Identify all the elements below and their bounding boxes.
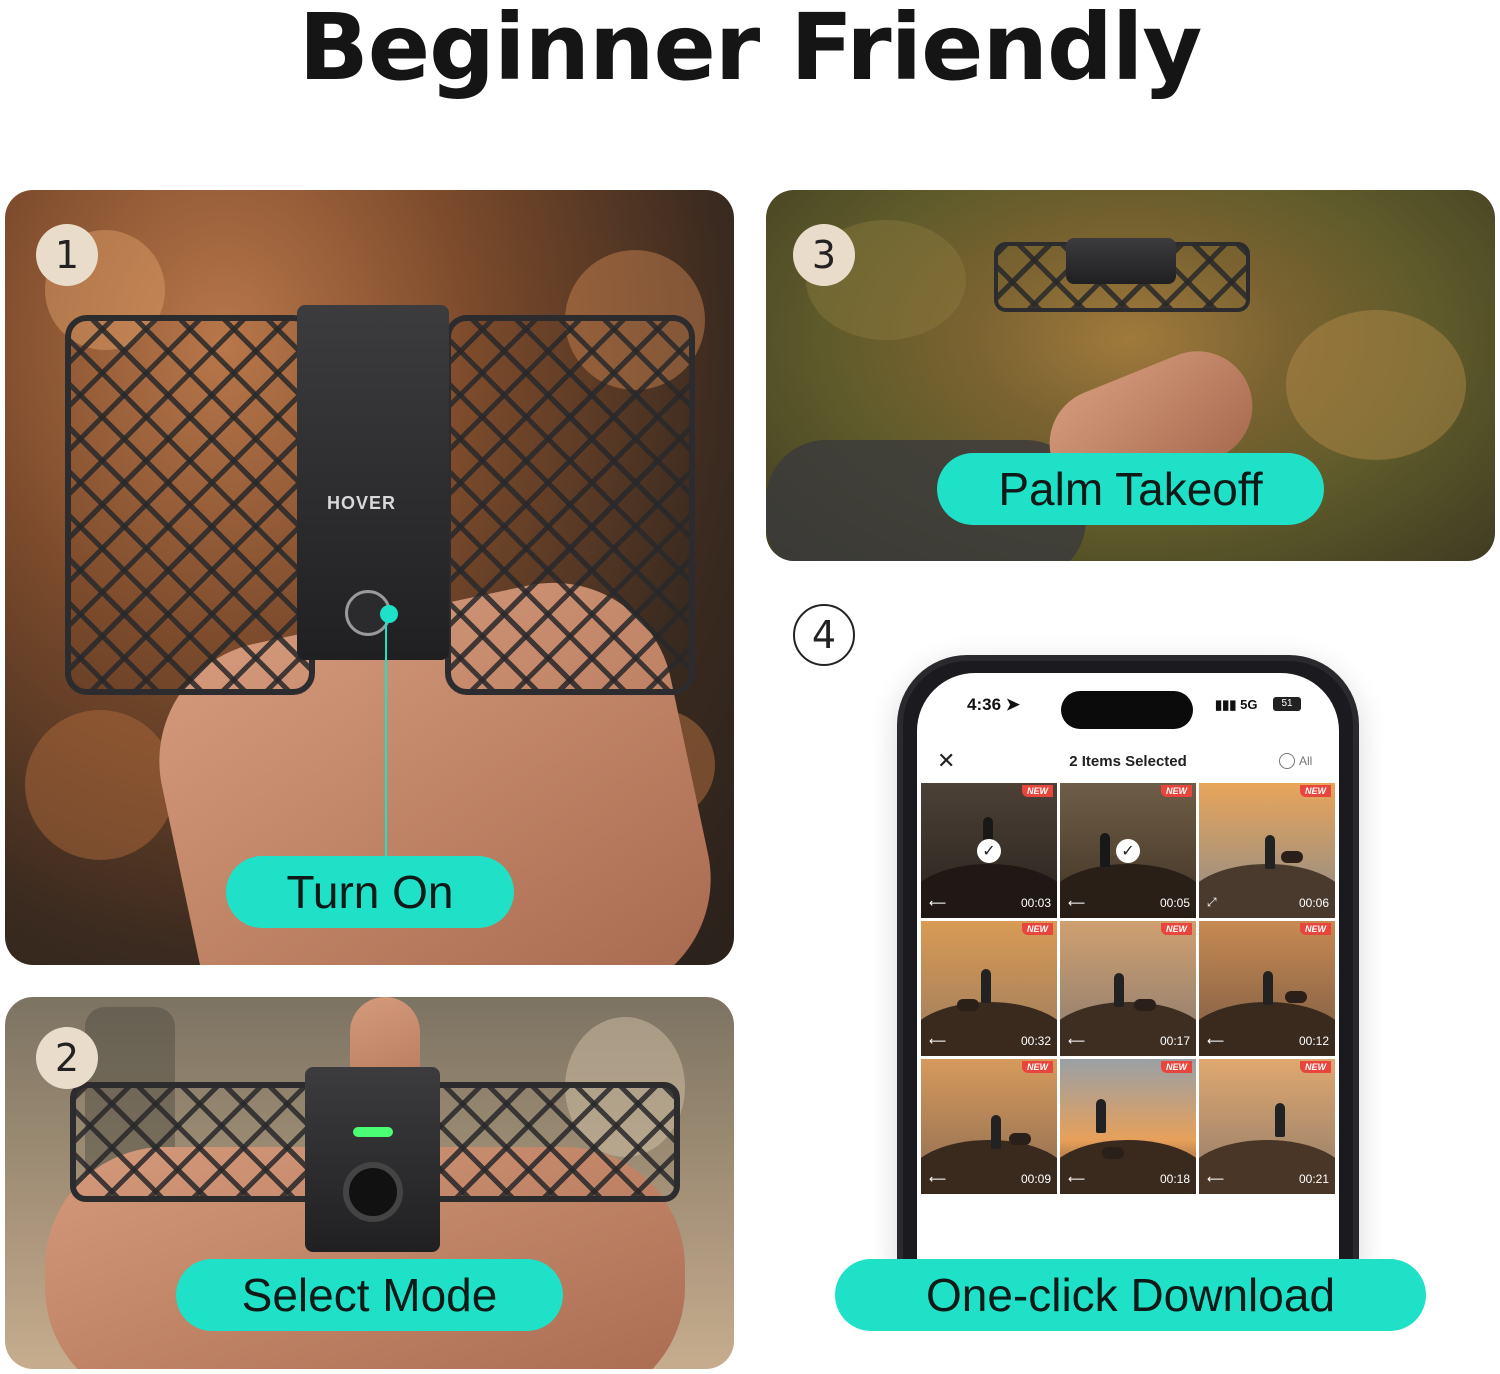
step-3-photo: 3 Palm Takeoff bbox=[766, 190, 1495, 561]
new-badge: NEW bbox=[1022, 1061, 1053, 1073]
video-mode-icon: ⟵ bbox=[929, 1172, 947, 1186]
page-title: Beginner Friendly bbox=[298, 0, 1203, 101]
media-thumbnail[interactable]: NEW ⟵ 00:32 bbox=[921, 921, 1057, 1056]
drone-brand-logo: HOVER bbox=[327, 493, 397, 513]
video-mode-icon: ⟵ bbox=[1068, 896, 1086, 910]
video-mode-icon: ⤢ bbox=[1207, 895, 1217, 909]
video-duration: 00:05 bbox=[1159, 896, 1190, 910]
step-1-badge: 1 bbox=[36, 224, 98, 286]
status-light bbox=[353, 1127, 393, 1137]
video-duration: 00:18 bbox=[1159, 1172, 1190, 1186]
step-4-label: One-click Download bbox=[835, 1259, 1426, 1331]
radio-circle-icon bbox=[1279, 753, 1295, 769]
signal-icon: ▮▮▮ bbox=[1215, 697, 1237, 712]
media-thumbnail[interactable]: NEW ✓ ⟵ 00:05 bbox=[1060, 783, 1196, 918]
video-duration: 00:12 bbox=[1298, 1034, 1329, 1048]
drone-cage-right bbox=[445, 315, 695, 695]
drone-body: HOVER bbox=[297, 305, 449, 660]
new-badge: NEW bbox=[1022, 785, 1053, 797]
video-duration: 00:21 bbox=[1298, 1172, 1329, 1186]
new-badge: NEW bbox=[1300, 785, 1331, 797]
drone-body bbox=[305, 1067, 440, 1252]
new-badge: NEW bbox=[1300, 923, 1331, 935]
video-mode-icon: ⟵ bbox=[1207, 1172, 1225, 1186]
new-badge: NEW bbox=[1022, 923, 1053, 935]
power-indicator-dot bbox=[380, 605, 398, 623]
step-1-label: Turn On bbox=[226, 856, 514, 928]
status-time: 4:36 ➤ bbox=[967, 695, 1021, 714]
video-mode-icon: ⟵ bbox=[1207, 1034, 1225, 1048]
video-duration: 00:32 bbox=[1020, 1034, 1051, 1048]
phone-screen: 4:36 ➤ ▮▮▮ 5G 51 ✕ 2 Items Selected All … bbox=[917, 673, 1339, 1283]
step-2-label: Select Mode bbox=[176, 1259, 563, 1331]
video-duration: 00:06 bbox=[1298, 896, 1329, 910]
selection-title: 2 Items Selected bbox=[1069, 753, 1187, 770]
step-3-label: Palm Takeoff bbox=[937, 453, 1324, 525]
video-mode-icon: ⟵ bbox=[929, 896, 947, 910]
step-1-photo: HOVER 1 Turn On bbox=[5, 190, 734, 965]
media-thumbnail[interactable]: NEW ✓ ⟵ 00:03 bbox=[921, 783, 1057, 918]
step-2-badge: 2 bbox=[36, 1027, 98, 1089]
video-mode-icon: ⟵ bbox=[1068, 1034, 1086, 1048]
video-duration: 00:09 bbox=[1020, 1172, 1051, 1186]
selected-check-icon: ✓ bbox=[977, 839, 1001, 863]
media-thumbnail[interactable]: NEW ⟵ 00:17 bbox=[1060, 921, 1196, 1056]
dynamic-island bbox=[1061, 691, 1193, 729]
new-badge: NEW bbox=[1161, 923, 1192, 935]
new-badge: NEW bbox=[1161, 785, 1192, 797]
status-network: ▮▮▮ 5G bbox=[1215, 697, 1258, 712]
new-badge: NEW bbox=[1161, 1061, 1192, 1073]
drone-body bbox=[1066, 238, 1176, 284]
step-3-badge: 3 bbox=[793, 224, 855, 286]
battery-icon: 51 bbox=[1273, 697, 1301, 711]
select-all-toggle[interactable]: All bbox=[1279, 753, 1312, 769]
guide-line bbox=[385, 620, 387, 860]
video-duration: 00:17 bbox=[1159, 1034, 1190, 1048]
media-thumbnail[interactable]: NEW ⟵ 00:21 bbox=[1199, 1059, 1335, 1194]
select-all-label: All bbox=[1299, 754, 1313, 768]
video-mode-icon: ⟵ bbox=[1068, 1172, 1086, 1186]
new-badge: NEW bbox=[1300, 1061, 1331, 1073]
video-duration: 00:03 bbox=[1020, 896, 1051, 910]
media-grid: NEW ✓ ⟵ 00:03 NEW ✓ ⟵ 00:05 NEW ⤢ 00:06 … bbox=[921, 783, 1335, 1194]
selected-check-icon: ✓ bbox=[1116, 839, 1140, 863]
camera-lens-icon bbox=[343, 1162, 403, 1222]
video-mode-icon: ⟵ bbox=[929, 1034, 947, 1048]
media-thumbnail[interactable]: NEW ⟵ 00:09 bbox=[921, 1059, 1057, 1194]
step-2-photo: 2 Select Mode bbox=[5, 997, 734, 1369]
media-thumbnail[interactable]: NEW ⟵ 00:18 bbox=[1060, 1059, 1196, 1194]
media-thumbnail[interactable]: NEW ⤢ 00:06 bbox=[1199, 783, 1335, 918]
media-thumbnail[interactable]: NEW ⟵ 00:12 bbox=[1199, 921, 1335, 1056]
phone-mockup: 4:36 ➤ ▮▮▮ 5G 51 ✕ 2 Items Selected All … bbox=[897, 655, 1359, 1283]
step-4-badge: 4 bbox=[793, 604, 855, 666]
location-arrow-icon: ➤ bbox=[1005, 695, 1021, 714]
drone-cage-left bbox=[65, 315, 315, 695]
